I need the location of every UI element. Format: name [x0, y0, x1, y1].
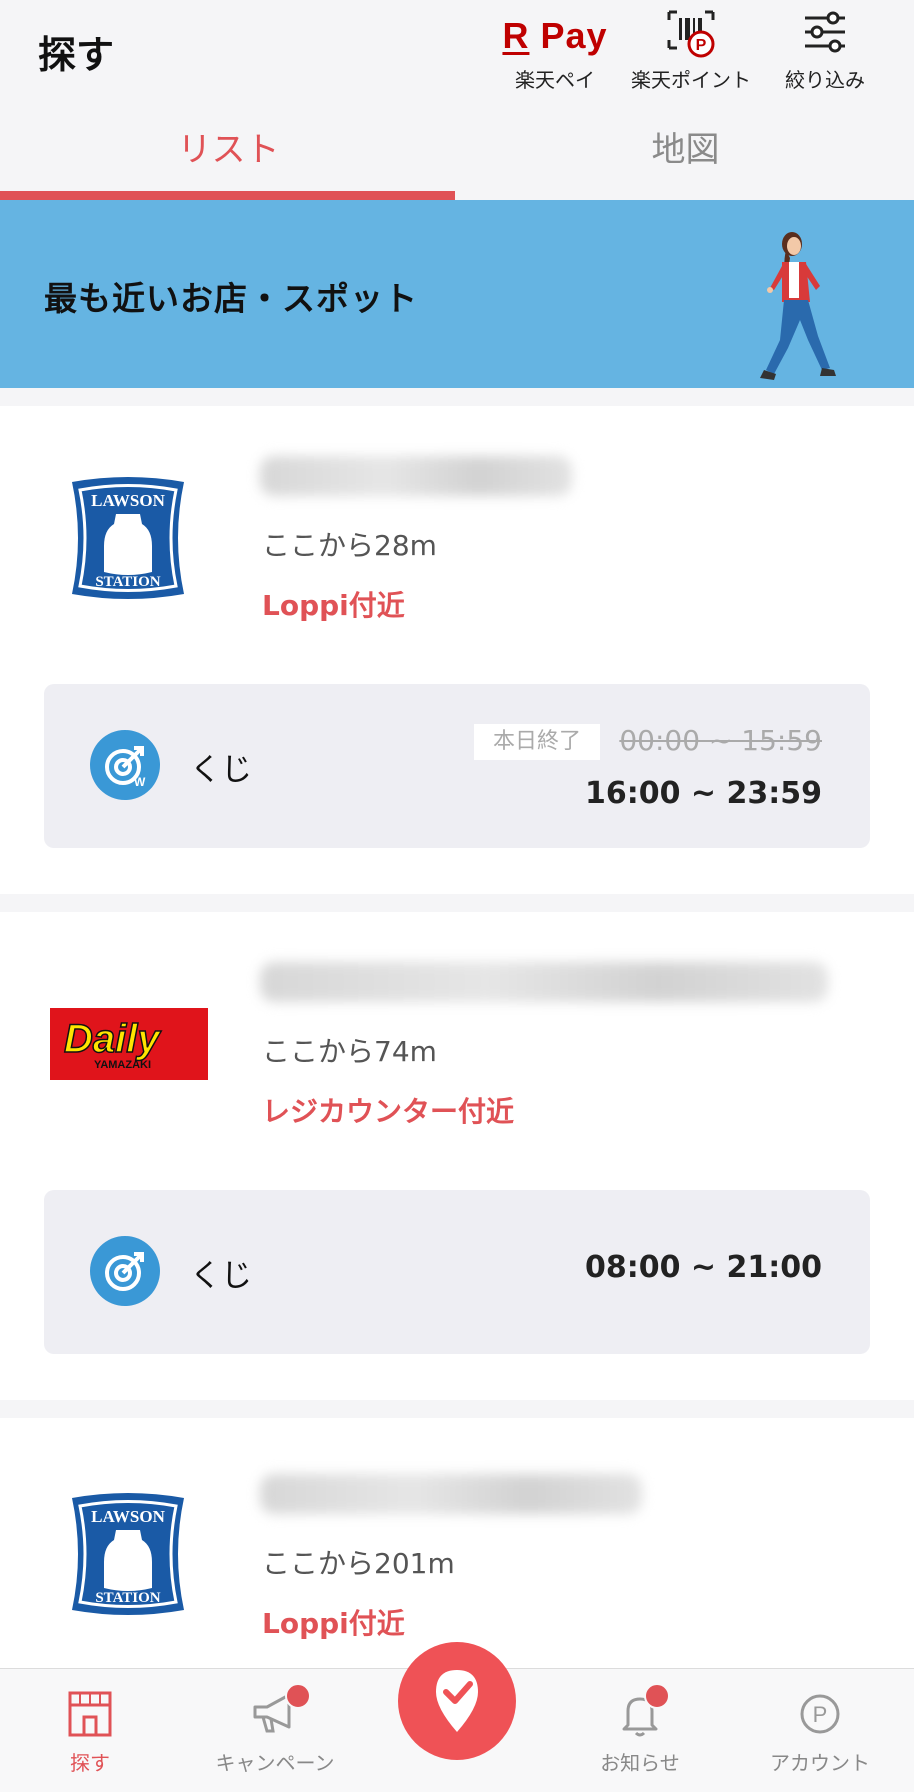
rakuten-pay-label: 楽天ペイ	[515, 68, 595, 92]
bell-icon	[614, 1683, 670, 1739]
store-card[interactable]: Daily YAMAZAKI ここから74m レジカウンター付近 くじ 08:0…	[0, 912, 914, 1400]
rakuten-pay-button[interactable]: R Pay 楽天ペイ	[500, 8, 610, 93]
svg-text:LAWSON: LAWSON	[91, 1507, 165, 1526]
megaphone-icon	[249, 1683, 311, 1739]
svg-text:P: P	[813, 1702, 828, 1727]
lawson-station-logo: LAWSON STATION	[72, 1493, 184, 1615]
store-name-blurred	[260, 962, 828, 1002]
nav-account[interactable]: P アカウント	[750, 1669, 890, 1792]
kuji-time-range: 16:00 ~ 23:59	[584, 776, 822, 811]
notification-dot	[644, 1683, 670, 1709]
kuji-campaign-row[interactable]: くじ 08:00 ~ 21:00	[44, 1190, 870, 1354]
svg-text:W: W	[134, 775, 146, 789]
store-icon	[64, 1689, 116, 1739]
lottery-target-icon: W	[90, 730, 160, 800]
filter-label: 絞り込み	[785, 68, 865, 92]
lawson-station-logo: LAWSON STATION	[72, 477, 184, 599]
expired-time-range: 00:00 ~ 15:59	[619, 724, 822, 757]
store-card[interactable]: LAWSON STATION ここから201m Loppi付近	[0, 1418, 914, 1668]
daily-yamazaki-logo: Daily YAMAZAKI	[50, 1008, 208, 1080]
rakuten-pay-logo: R Pay	[502, 15, 608, 56]
nav-search-label: 探す	[70, 1751, 110, 1775]
svg-text:Daily: Daily	[64, 1017, 161, 1061]
svg-text:YAMAZAKI: YAMAZAKI	[94, 1059, 151, 1071]
point-p-icon: P	[794, 1689, 846, 1739]
active-tab-indicator	[0, 191, 455, 200]
svg-text:STATION: STATION	[95, 1590, 160, 1606]
sliders-icon	[780, 8, 870, 60]
check-in-button[interactable]	[398, 1642, 516, 1760]
kuji-time-range: 08:00 ~ 21:00	[584, 1250, 822, 1285]
store-location: Loppi付近	[262, 589, 405, 622]
walking-woman-illustration	[760, 232, 836, 380]
ended-today-badge: 本日終了	[474, 724, 600, 760]
tab-list[interactable]: リスト	[0, 104, 457, 200]
nav-search[interactable]: 探す	[40, 1669, 140, 1792]
store-location: レジカウンター付近	[262, 1095, 515, 1128]
store-name-blurred	[260, 1474, 642, 1514]
rakuten-point-label: 楽天ポイント	[631, 68, 751, 92]
store-distance: ここから74m	[262, 1035, 437, 1068]
rakuten-point-button[interactable]: P 楽天ポイント	[626, 8, 756, 93]
kuji-campaign-row[interactable]: W くじ 本日終了 00:00 ~ 15:59 16:00 ~ 23:59	[44, 684, 870, 848]
screen: 探す R Pay 楽天ペイ P 楽天ポイント 絞り込み リスト 地図 最も近いお…	[0, 0, 914, 1792]
store-card[interactable]: LAWSON STATION ここから28m Loppi付近 W くじ 本日終了…	[0, 406, 914, 894]
page-title: 探す	[38, 33, 115, 77]
nav-notifications[interactable]: お知らせ	[580, 1669, 700, 1792]
location-check-icon	[436, 1670, 478, 1732]
header: 探す R Pay 楽天ペイ P 楽天ポイント 絞り込み	[0, 0, 914, 104]
store-distance: ここから28m	[262, 529, 437, 562]
svg-text:P: P	[696, 37, 707, 54]
kuji-label: くじ	[190, 752, 252, 788]
banner-title: 最も近いお店・スポット	[44, 279, 418, 318]
kuji-label: くじ	[190, 1258, 252, 1294]
store-location: Loppi付近	[262, 1607, 405, 1640]
store-distance: ここから201m	[262, 1547, 455, 1580]
nearest-spots-banner: 最も近いお店・スポット	[0, 200, 914, 388]
point-card-icon: P	[626, 8, 756, 60]
filter-button[interactable]: 絞り込み	[780, 8, 870, 93]
nav-notifications-label: お知らせ	[600, 1751, 680, 1775]
store-name-blurred	[260, 456, 572, 496]
notification-dot	[285, 1683, 311, 1709]
nav-account-label: アカウント	[770, 1751, 870, 1775]
svg-text:LAWSON: LAWSON	[91, 491, 165, 510]
nav-campaign[interactable]: キャンペーン	[200, 1669, 350, 1792]
nav-campaign-label: キャンペーン	[215, 1751, 335, 1775]
lottery-target-icon	[90, 1236, 160, 1306]
svg-text:STATION: STATION	[95, 574, 160, 590]
tab-bar: リスト 地図	[0, 104, 914, 200]
tab-map[interactable]: 地図	[457, 104, 914, 200]
